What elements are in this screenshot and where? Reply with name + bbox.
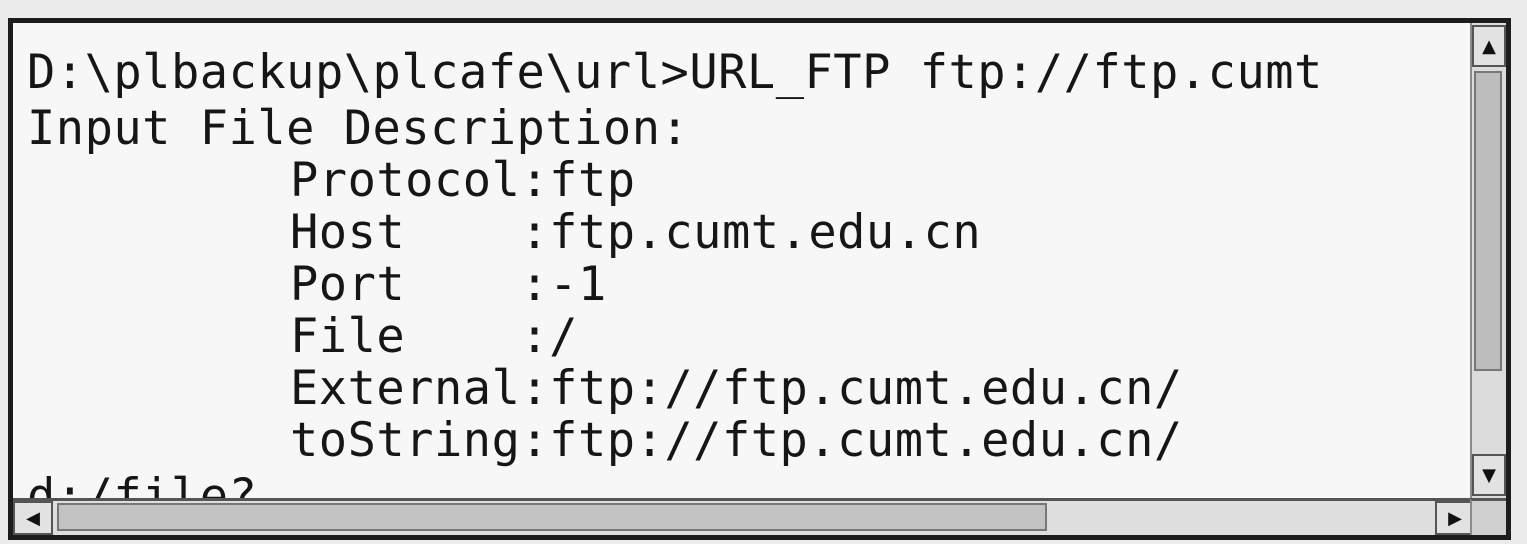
field-tostring: toString:ftp://ftp.cumt.edu.cn/: [290, 413, 1183, 468]
field-value: /: [549, 309, 578, 364]
field-key: External: [290, 361, 521, 416]
field-value: ftp://ftp.cumt.edu.cn/: [549, 413, 1183, 468]
arrow-down-icon: ▼: [1482, 464, 1496, 486]
field-protocol: Protocol:ftp: [290, 153, 636, 208]
next-prompt-partial: d:/file?: [27, 469, 258, 498]
field-port: Port :-1: [290, 257, 607, 312]
vertical-scrollbar[interactable]: ▲ ▼: [1470, 23, 1506, 498]
field-key: Host: [290, 205, 521, 260]
scroll-right-button[interactable]: ▶: [1435, 501, 1475, 535]
field-value: ftp://ftp.cumt.edu.cn/: [549, 361, 1183, 416]
scroll-up-button[interactable]: ▲: [1472, 25, 1506, 67]
vertical-scroll-thumb[interactable]: [1474, 71, 1502, 371]
field-key: Protocol: [290, 153, 521, 208]
field-external: External:ftp://ftp.cumt.edu.cn/: [290, 361, 1183, 416]
scroll-down-button[interactable]: ▼: [1472, 454, 1506, 496]
arrow-left-icon: ◀: [26, 507, 40, 529]
field-value: ftp: [549, 153, 636, 208]
command-line: D:\plbackup\plcafe\url>URL_FTP ftp://ftp…: [27, 45, 1323, 100]
field-key: toString: [290, 413, 521, 468]
field-key: Port: [290, 257, 521, 312]
field-host: Host :ftp.cumt.edu.cn: [290, 205, 982, 260]
size-grip[interactable]: [1470, 498, 1506, 535]
field-key: File: [290, 309, 521, 364]
field-value: -1: [549, 257, 607, 312]
horizontal-scroll-thumb[interactable]: [57, 503, 1047, 531]
field-value: ftp.cumt.edu.cn: [549, 205, 982, 260]
output-heading: Input File Description:: [27, 101, 690, 156]
scroll-left-button[interactable]: ◀: [13, 501, 53, 535]
arrow-up-icon: ▲: [1482, 35, 1496, 57]
arrow-right-icon: ▶: [1448, 507, 1462, 529]
field-file: File :/: [290, 309, 578, 364]
console-window: D:\plbackup\plcafe\url>URL_FTP ftp://ftp…: [8, 18, 1511, 540]
console-output[interactable]: D:\plbackup\plcafe\url>URL_FTP ftp://ftp…: [13, 23, 1475, 498]
horizontal-scrollbar[interactable]: ◀ ▶: [13, 498, 1475, 535]
